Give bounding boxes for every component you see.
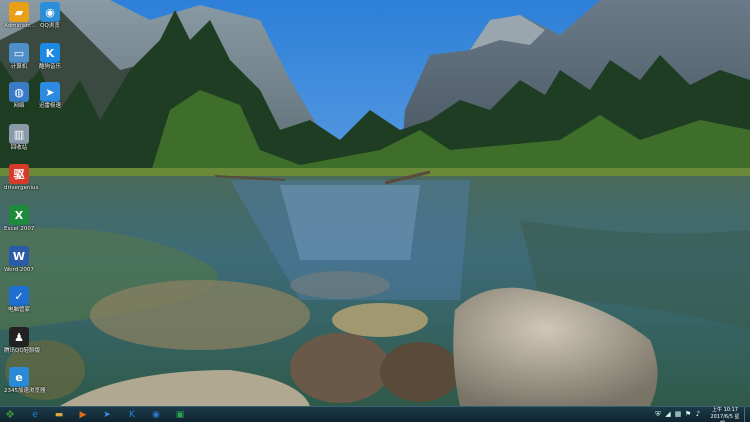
desktop-icon-label: 酷狗音乐	[38, 64, 61, 70]
kugou-icon: K	[129, 409, 135, 420]
desktop-icon-label: QQ浏览	[40, 23, 60, 29]
desktop-icon-label: 2345加速浏览器	[4, 388, 46, 394]
globe-icon: ◉	[152, 409, 160, 420]
desktop-icon-label: Word 2007	[4, 267, 34, 273]
ie-browser-icon: e	[9, 367, 29, 387]
thunder-bird-icon: ➤	[40, 82, 60, 102]
desktop-icon-label: 网络	[13, 103, 25, 109]
taskbar-thunder-button[interactable]: ➤	[100, 408, 114, 421]
desktop-icon-tencent-qq[interactable]: ♟ 腾讯QQ轻聊版	[4, 327, 41, 354]
desktop-icon-word-2007[interactable]: W Word 2007	[4, 246, 34, 273]
clock[interactable]: 上午 10:17 2017/6/5 星期一	[710, 407, 740, 428]
shield-tray-icon[interactable]: ⛨	[654, 410, 662, 418]
desktop-icon-thunder[interactable]: ➤ 迅雷极速	[35, 82, 65, 109]
desktop-icon-label: 电脑管家	[7, 307, 30, 313]
desktop-icon-label: 腾讯QQ轻聊版	[4, 348, 41, 354]
desktop-icon-excel-2007[interactable]: X Excel 2007	[4, 205, 34, 232]
clock-time: 上午 10:17	[712, 407, 738, 413]
volume-icon[interactable]: ◢	[664, 410, 672, 418]
thunder-icon: ➤	[103, 409, 111, 420]
start-orb-icon: ❖	[5, 408, 15, 421]
desktop-icon-label: Excel 2007	[4, 226, 35, 232]
shield-icon: ✓	[9, 286, 29, 306]
desktop-icon-label: Administr...	[4, 23, 36, 29]
driver-genius-icon: 驱	[9, 164, 29, 184]
network-icon[interactable]: ▦	[674, 410, 682, 418]
desktop-icon-label: 回收站	[10, 145, 28, 151]
taskbar-explorer-button[interactable]: ▬	[52, 408, 66, 421]
recycle-bin-icon: ▥	[9, 124, 29, 144]
desktop-icon-network[interactable]: ◍ 网络	[4, 82, 34, 109]
desktop-icon-driver-genius[interactable]: 驱 drivergenius	[4, 164, 39, 191]
speaker-icon[interactable]: ♪	[694, 410, 702, 418]
taskbar-browser-2345-button[interactable]: ◉	[149, 408, 163, 421]
taskbar-app-green-button[interactable]: ▣	[173, 408, 187, 421]
taskbar-ie-button[interactable]: e	[28, 408, 42, 421]
desktop-icon-label: drivergenius	[4, 185, 39, 191]
folder-user-icon: ▰	[9, 2, 29, 22]
clock-date: 2017/6/5 星期一	[710, 414, 740, 427]
taskbar: ❖ e ▬ ▶ ➤ K ◉ ▣ ⛨ ◢ ▦ ⚑ ♪ 上午 10:17 2017/6/5 星期一	[0, 406, 750, 427]
qq-penguin-icon: ♟	[9, 327, 29, 347]
desktop-icon-qq-browser[interactable]: ◉ QQ浏览	[35, 2, 65, 29]
show-desktop-button[interactable]	[744, 407, 750, 422]
desktop-icon-pc-manager[interactable]: ✓ 电脑管家	[4, 286, 34, 313]
monitor-icon: ▣	[175, 409, 185, 420]
kugou-icon: K	[40, 43, 60, 63]
word-icon: W	[9, 246, 29, 266]
taskbar-kugou-button[interactable]: K	[125, 408, 139, 421]
desktop-icon-ie-2345[interactable]: e 2345加速浏览器	[4, 367, 46, 394]
desktop-icon-kugou-music[interactable]: K 酷狗音乐	[35, 43, 65, 70]
taskbar-start-button[interactable]: ❖	[3, 408, 17, 421]
desktop-icon-label: 迅雷极速	[38, 103, 61, 109]
media-player-icon: ▶	[79, 409, 87, 420]
network-globe-icon: ◍	[9, 82, 29, 102]
desktop-wallpaper	[0, 0, 750, 406]
desktop-icon-recycle-bin[interactable]: ▥ 回收站	[4, 124, 34, 151]
qq-browser-icon: ◉	[40, 2, 60, 22]
ie-icon: e	[32, 409, 38, 420]
desktop-icon-label: 计算机	[10, 64, 28, 70]
desktop-icon-admin-folder[interactable]: ▰ Administr...	[4, 2, 36, 29]
taskbar-media-player-button[interactable]: ▶	[76, 408, 90, 421]
system-tray: ⛨ ◢ ▦ ⚑ ♪ 上午 10:17 2017/6/5 星期一	[650, 407, 750, 427]
flag-icon[interactable]: ⚑	[684, 410, 692, 418]
desktop-icon-computer[interactable]: ▭ 计算机	[4, 43, 34, 70]
folder-icon: ▬	[54, 409, 64, 420]
computer-icon: ▭	[9, 43, 29, 63]
excel-icon: X	[9, 205, 29, 225]
